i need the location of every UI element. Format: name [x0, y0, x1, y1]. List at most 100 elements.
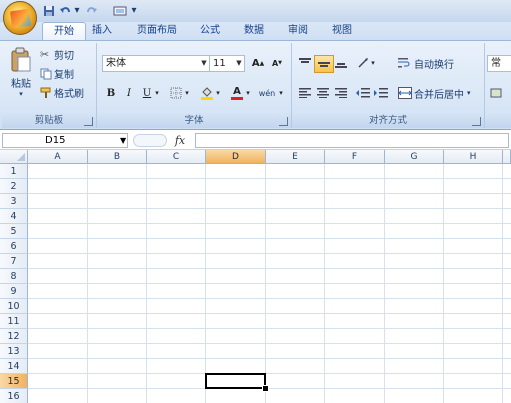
ribbon-tabs: 开始 插入 页面布局 公式 数据 审阅 视图	[0, 22, 511, 41]
row-header-11[interactable]: 11	[0, 314, 28, 329]
undo-icon[interactable]	[58, 3, 72, 18]
accounting-format-icon[interactable]	[487, 85, 505, 101]
wrap-text-button[interactable]: 自动换行	[398, 55, 454, 71]
font-name-dropdown-icon[interactable]: ▼	[199, 56, 209, 71]
column-header-f[interactable]: F	[325, 150, 385, 164]
clipboard-dialog-launcher-icon[interactable]	[84, 117, 93, 126]
column-header-partial[interactable]	[503, 150, 511, 164]
clipboard-group-label: 剪贴板	[2, 114, 96, 128]
merge-dropdown-icon[interactable]: ▾	[467, 89, 471, 97]
customize-qa-icon[interactable]: ▾	[130, 3, 138, 18]
active-cell[interactable]	[205, 373, 266, 389]
undo-dropdown-icon[interactable]: ▾	[73, 3, 81, 18]
number-format-combo[interactable]: 常	[487, 55, 511, 72]
print-preview-icon[interactable]	[112, 3, 128, 18]
align-top-icon[interactable]	[296, 55, 314, 71]
row-header-5[interactable]: 5	[0, 224, 28, 239]
font-color-dropdown-icon[interactable]: ▾	[244, 85, 252, 101]
tab-view[interactable]: 视图	[324, 22, 360, 40]
alignment-group-label: 对齐方式	[292, 114, 484, 128]
font-name-combo[interactable]: 宋体 ▼	[102, 55, 210, 72]
office-button[interactable]	[3, 1, 37, 35]
save-icon[interactable]	[42, 3, 56, 18]
cut-button[interactable]: ✂ 剪切	[40, 47, 74, 62]
ribbon: 粘贴 ▾ ✂ 剪切 复制 格式刷 剪贴板 宋体 ▼ 11 ▼ A ▲ A ▼ B…	[0, 40, 511, 130]
column-header-h[interactable]: H	[444, 150, 503, 164]
row-header-6[interactable]: 6	[0, 239, 28, 254]
tab-review[interactable]: 审阅	[280, 22, 316, 40]
redo-icon[interactable]	[85, 3, 99, 18]
font-dialog-launcher-icon[interactable]	[279, 117, 288, 126]
row-header-7[interactable]: 7	[0, 254, 28, 269]
phonetic-dropdown-icon[interactable]: ▾	[277, 85, 285, 101]
gridline-horizontal	[28, 313, 511, 314]
row-header-14[interactable]: 14	[0, 359, 28, 374]
fill-handle[interactable]	[262, 385, 269, 392]
row-header-3[interactable]: 3	[0, 194, 28, 209]
decrease-indent-icon[interactable]	[354, 85, 372, 101]
row-header-9[interactable]: 9	[0, 284, 28, 299]
underline-dropdown-icon[interactable]: ▾	[153, 85, 161, 101]
formula-input[interactable]	[195, 133, 509, 148]
gridline-horizontal	[28, 343, 511, 344]
increase-indent-icon[interactable]	[372, 85, 390, 101]
paste-label: 粘贴	[11, 79, 31, 90]
insert-function-button[interactable]: fx	[170, 133, 190, 148]
row-header-16[interactable]: 16	[0, 389, 28, 403]
gridline-horizontal	[28, 328, 511, 329]
font-name-value: 宋体	[106, 58, 126, 69]
alignment-dialog-launcher-icon[interactable]	[472, 117, 481, 126]
name-box[interactable]: D15	[2, 133, 128, 148]
column-header-b[interactable]: B	[88, 150, 147, 164]
gridline-horizontal	[28, 223, 511, 224]
clipboard-group: 粘贴 ▾ ✂ 剪切 复制 格式刷 剪贴板	[2, 43, 97, 128]
row-header-10[interactable]: 10	[0, 299, 28, 314]
orientation-icon[interactable]: ▾	[354, 55, 378, 71]
worksheet-grid[interactable]: ABCDEFGH 1 2 3 4 5 6 7 8 9 10 11 12 13 14 15 16	[0, 150, 511, 403]
row-header-8[interactable]: 8	[0, 269, 28, 284]
gridline-horizontal	[28, 253, 511, 254]
row-header-13[interactable]: 13	[0, 344, 28, 359]
align-middle-icon[interactable]	[314, 55, 334, 73]
shrink-font-icon[interactable]: A ▼	[268, 55, 286, 71]
paste-button[interactable]: 粘贴 ▾	[6, 47, 36, 109]
row-header-12[interactable]: 12	[0, 329, 28, 344]
format-painter-button[interactable]: 格式刷	[40, 85, 84, 100]
row-header-1[interactable]: 1	[0, 164, 28, 179]
number-group-label	[485, 114, 511, 128]
align-bottom-icon[interactable]	[332, 55, 350, 71]
align-center-icon[interactable]	[314, 85, 332, 101]
row-header-15[interactable]: 15	[0, 374, 28, 389]
border-dropdown-icon[interactable]: ▾	[183, 85, 191, 101]
tab-formulas[interactable]: 公式	[192, 22, 228, 40]
copy-button[interactable]: 复制	[40, 66, 74, 81]
font-size-dropdown-icon[interactable]: ▼	[234, 56, 244, 71]
column-header-a[interactable]: A	[28, 150, 88, 164]
bold-button[interactable]: B	[102, 85, 120, 101]
align-left-icon[interactable]	[296, 85, 314, 101]
select-all-button[interactable]	[0, 150, 28, 164]
merge-center-label: 合并后居中	[414, 89, 464, 101]
tab-insert[interactable]: 插入	[86, 22, 118, 40]
gridline-horizontal	[28, 208, 511, 209]
name-box-dropdown-icon[interactable]: ▼	[120, 133, 128, 148]
gridline-horizontal	[28, 238, 511, 239]
font-size-combo[interactable]: 11 ▼	[209, 55, 245, 72]
grow-font-icon[interactable]: A ▲	[249, 55, 267, 71]
tab-data[interactable]: 数据	[236, 22, 272, 40]
tab-page-layout[interactable]: 页面布局	[128, 22, 186, 40]
phonetic-guide-icon[interactable]: wén	[257, 85, 277, 101]
merge-center-button[interactable]: 合并后居中 ▾	[398, 85, 471, 101]
row-header-4[interactable]: 4	[0, 209, 28, 224]
align-right-icon[interactable]	[332, 85, 350, 101]
column-header-e[interactable]: E	[266, 150, 325, 164]
paste-dropdown-icon[interactable]: ▾	[19, 90, 23, 98]
tab-home[interactable]: 开始	[42, 22, 86, 41]
row-header-2[interactable]: 2	[0, 179, 28, 194]
italic-button[interactable]: I	[120, 85, 138, 101]
gridline-horizontal	[28, 373, 511, 374]
column-header-c[interactable]: C	[147, 150, 206, 164]
column-header-d[interactable]: D	[206, 150, 266, 164]
fill-color-dropdown-icon[interactable]: ▾	[214, 85, 222, 101]
column-header-g[interactable]: G	[385, 150, 444, 164]
